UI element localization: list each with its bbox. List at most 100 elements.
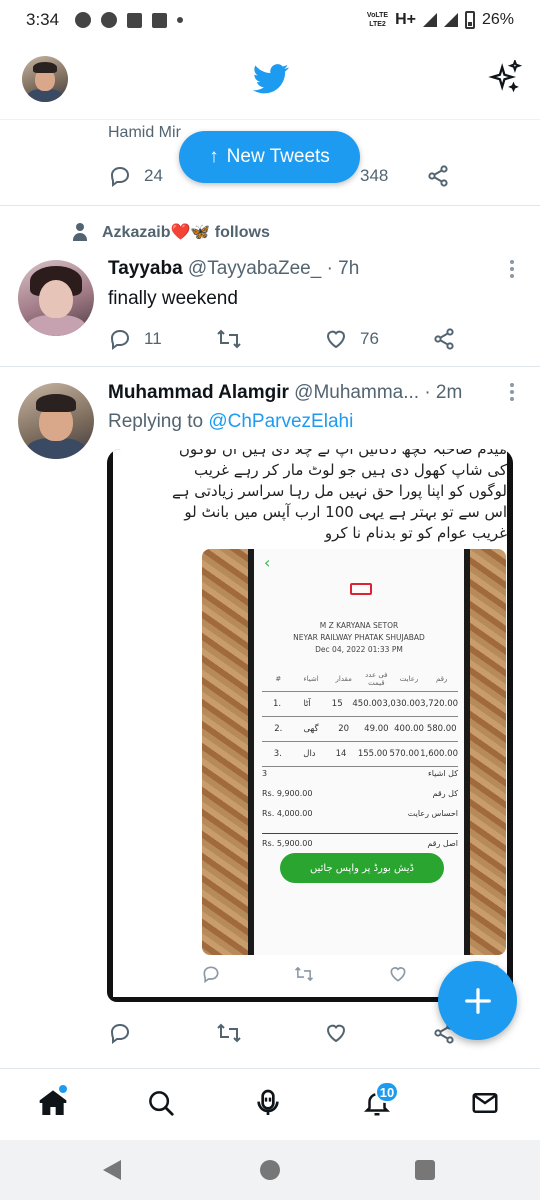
status-left: 3:34 [26, 10, 184, 30]
share-icon [434, 328, 454, 350]
total-amount-label: کل رقم [432, 788, 458, 798]
author-handle[interactable]: @TayyabaZee_ [188, 258, 321, 279]
receipt-cell: 15 [331, 699, 343, 709]
reply-count: 11 [144, 329, 162, 348]
shop-logo [350, 583, 372, 595]
receipt-photo: ‹ M Z KARYANA SETOR NEYAR RAILWAY PHATAK… [202, 549, 506, 955]
messenger-icon [75, 12, 92, 28]
heart-icon [326, 1024, 346, 1043]
social-context[interactable]: Azkazaib❤️🦋 follows [72, 222, 270, 242]
retweet-button[interactable] [216, 327, 324, 351]
more-options-icon[interactable] [510, 383, 514, 404]
receipt-cell: 400.00 [394, 724, 424, 734]
tweet-divider [0, 205, 540, 206]
notification-badge: 10 [375, 1081, 399, 1103]
twitter-bird-icon[interactable] [253, 64, 289, 94]
share-button[interactable] [432, 327, 456, 351]
like-button[interactable] [324, 1021, 432, 1045]
tweet-media[interactable]: میڈم صاحبہ کچھ دکانیں آپ نے چلا دی ہیں ا… [107, 449, 513, 1002]
search-icon [149, 1091, 174, 1116]
receipt-cell: 1. [272, 699, 282, 709]
receipt-cell: 49.00 [364, 724, 389, 734]
tweet-actions [108, 1020, 468, 1046]
retweet-icon [217, 329, 241, 349]
new-tweets-label: New Tweets [226, 146, 330, 167]
reply-icon [203, 966, 219, 984]
retweet-icon [217, 1023, 241, 1043]
spaces-icon [257, 1089, 279, 1115]
receipt: ‹ M Z KARYANA SETOR NEYAR RAILWAY PHATAK… [254, 549, 464, 955]
system-recents-icon[interactable] [415, 1160, 435, 1180]
urdu-line: غریب عوام کو تو بدنام نا کرو [324, 524, 507, 542]
total-amount-row: Rs. 9,900.00 کل رقم [262, 783, 458, 803]
back-arrow-icon: ‹ [264, 553, 271, 572]
receipt-cell: 570.00 [389, 749, 420, 759]
reply-button[interactable] [108, 1021, 216, 1045]
receipt-header-row: # اشیاء مقدار فی عدد قیمت رعایت رقم [262, 667, 458, 692]
battery-percent: 26% [481, 11, 514, 28]
status-bar: 3:34 VoLTE LTE2 H+ 26% [0, 0, 540, 40]
receipt-cell: 450.00 [352, 699, 383, 709]
status-right: VoLTE LTE2 H+ 26% [367, 11, 514, 29]
tayyaba-avatar[interactable] [18, 260, 94, 336]
discount-label: احساس رعایت [407, 808, 458, 818]
plus-icon [464, 987, 491, 1014]
nav-messages[interactable] [465, 1083, 505, 1123]
receipt-cell: آٹا [303, 699, 311, 709]
like-button[interactable]: 76 [324, 327, 432, 351]
nav-notifications[interactable]: 10 [357, 1081, 399, 1123]
system-back-icon[interactable] [103, 1160, 121, 1180]
phone-screen: ‹ M Z KARYANA SETOR NEYAR RAILWAY PHATAK… [248, 549, 470, 955]
urdu-line: اس سے تو بہتر ہے یہی 100 ارب آپس میں بان… [184, 503, 507, 521]
receipt-header-cell: رقم [436, 675, 448, 683]
system-home-icon[interactable] [260, 1160, 280, 1180]
receipt-header-cell: رعایت [399, 675, 419, 683]
alamgir-avatar[interactable] [18, 383, 94, 459]
compose-tweet-button[interactable] [438, 961, 517, 1040]
urdu-line: لوگوں کو اپنا پورا حق نہیں مل رہا سراسر … [171, 482, 507, 500]
share-icon [428, 165, 448, 187]
whatsapp-icon [101, 12, 118, 28]
replying-to-link[interactable]: @ChParvezElahi [208, 411, 353, 432]
bottom-nav: 10 [0, 1068, 540, 1136]
share-button[interactable] [426, 164, 450, 188]
signal-strength-2-icon [443, 13, 458, 27]
arrow-up-icon: ↑ [209, 146, 219, 167]
receipt-cell: 3,720.00 [420, 699, 459, 709]
discount-value: Rs. 4,000.00 [262, 808, 313, 818]
nav-search[interactable] [141, 1083, 181, 1123]
receipt-row: 2. گھی 20 49.00 400.00 580.00 [262, 717, 458, 742]
reply-icon [110, 329, 130, 350]
retweet-button[interactable] [216, 1021, 324, 1045]
new-tweets-pill[interactable]: ↑ New Tweets [179, 131, 360, 183]
signal-strength-icon [422, 13, 437, 27]
embedded-screenshot: میڈم صاحبہ کچھ دکانیں آپ نے چلا دی ہیں ا… [113, 449, 507, 997]
reply-icon [110, 166, 130, 187]
news-icon [127, 12, 143, 28]
replying-to: Replying to @ChParvezElahi [108, 411, 353, 433]
receipt-date: Dec 04, 2022 01:33 PM [315, 645, 403, 654]
profile-avatar[interactable] [22, 56, 68, 102]
heart-icon [326, 330, 346, 349]
receipt-cell: دال [303, 749, 316, 759]
app-notification-icon [152, 12, 168, 28]
more-options-icon[interactable] [510, 260, 514, 281]
reply-button[interactable]: 11 [108, 327, 216, 351]
nav-spaces[interactable] [248, 1083, 288, 1123]
tweet-header: Muhammad Alamgir @Muhamma... · 2m [108, 382, 462, 404]
receipt-cell: 3,030.00 [382, 699, 421, 709]
home-unread-dot [59, 1085, 67, 1093]
social-context-label: Azkazaib❤️🦋 follows [102, 224, 270, 241]
receipt-cell: 155.00 [357, 749, 388, 759]
author-handle[interactable]: @Muhamma... [294, 382, 419, 403]
author-name[interactable]: Muhammad Alamgir [108, 382, 289, 403]
total-items-value: 3 [262, 768, 268, 778]
tweet-header: Tayyaba @TayyabaZee_ · 7h [108, 258, 359, 280]
app-header [0, 40, 540, 120]
receipt-cell: 580.00 [426, 724, 457, 734]
nav-home[interactable] [33, 1083, 73, 1123]
sparkle-icon[interactable] [488, 60, 522, 94]
receipt-totals: 3 کل اشیاء Rs. 9,900.00 کل رقم Rs. 4,000.0… [262, 763, 458, 853]
author-name[interactable]: Tayyaba [108, 258, 183, 279]
tweet-time: · 2m [424, 382, 463, 403]
